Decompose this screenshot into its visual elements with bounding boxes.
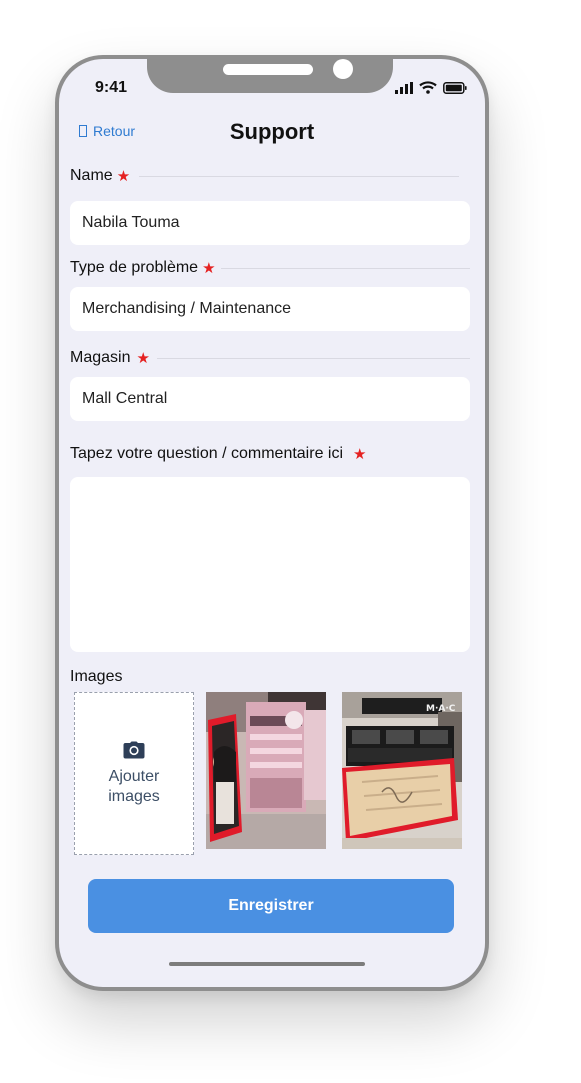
add-images-button[interactable]: Ajouter images [74,692,194,855]
name-label: Name ★ [70,167,131,185]
wifi-icon [419,81,437,94]
add-images-label-line1: Ajouter [108,767,160,785]
home-indicator [169,962,365,966]
images-label: Images [70,668,123,685]
front-camera [333,59,353,79]
required-star-icon: ★ [353,446,367,463]
divider [157,358,470,359]
problem-type-select[interactable]: Merchandising / Maintenance [70,287,470,331]
store-label: Magasin ★ [70,349,150,367]
comment-label: Tapez votre question / commentaire ici ★ [70,445,367,463]
store-photo-thumbnail[interactable]: M·A·C [342,692,462,849]
add-images-label-line2: images [108,787,160,805]
required-star-icon: ★ [202,260,216,277]
name-field[interactable]: Nabila Touma [70,201,470,245]
page-title: Support [229,119,315,144]
store-select[interactable]: Mall Central [70,377,470,421]
divider [221,268,470,269]
speaker [223,64,313,75]
divider [139,176,459,177]
phone-notch [147,59,393,93]
store-display-photo-1 [206,692,326,849]
status-icons [395,81,467,94]
comment-textarea[interactable] [70,477,470,652]
battery-icon [443,81,467,94]
store-display-photo-2: M·A·C [342,692,462,849]
camera-icon [123,741,145,758]
required-star-icon: ★ [136,350,150,367]
status-time: 9:41 [95,79,128,96]
problem-type-label: Type de problème ★ [70,259,216,277]
phone-frame: 9:41 Retour Support Name ★ Nabila Touma … [55,55,489,991]
save-button[interactable]: Enregistrer [88,879,454,933]
signal-icon [395,81,413,94]
required-star-icon: ★ [116,168,131,185]
store-photo-thumbnail[interactable] [206,692,326,849]
